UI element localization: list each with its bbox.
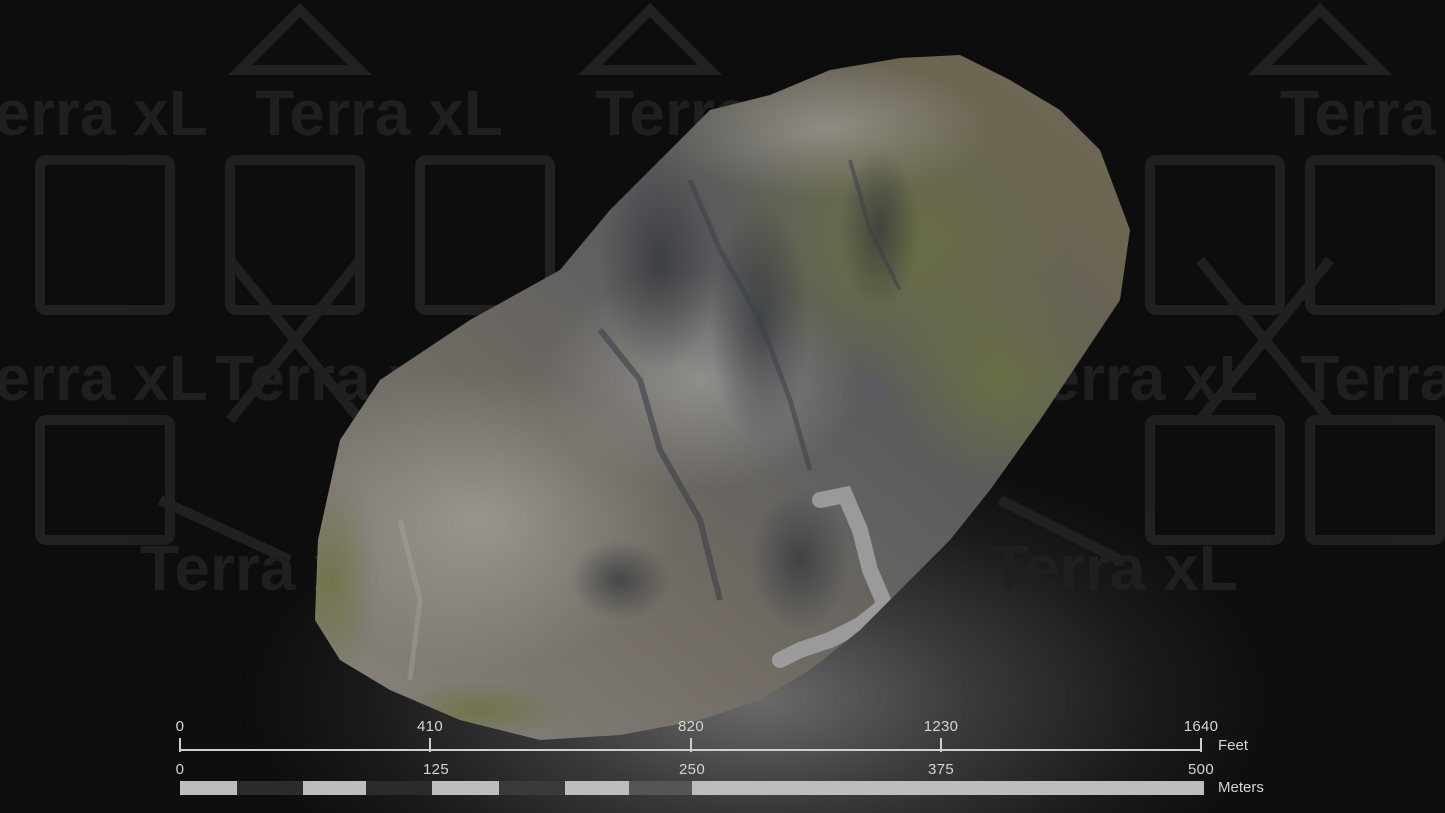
scale-tick (940, 738, 942, 752)
meters-tick-label: 250 (679, 761, 705, 778)
scale-segment (499, 781, 566, 795)
scale-segment (431, 781, 500, 795)
scale-tick (690, 738, 692, 752)
scale-tick (429, 738, 431, 752)
scale-segment (237, 781, 303, 795)
feet-tick-label: 410 (417, 718, 443, 735)
scale-segment (302, 781, 367, 795)
meters-tick-label: 125 (423, 761, 449, 778)
scale-segment (565, 781, 629, 795)
feet-tick-label: 820 (678, 718, 704, 735)
scale-tick (1200, 738, 1202, 752)
scale-segment (692, 781, 1204, 795)
feet-tick-label: 1640 (1183, 718, 1219, 735)
terrain-model (315, 55, 1130, 740)
meters-unit-label: Meters (1218, 779, 1264, 796)
scale-segment (366, 781, 432, 795)
feet-tick-label: 1230 (923, 718, 959, 735)
scale-bar-meters (180, 781, 1204, 795)
meters-tick-label: 375 (928, 761, 954, 778)
map-viewport: Terra xL Terra xL Terra xL Terra xL Terr… (0, 0, 1445, 813)
feet-tick-label: 0 (175, 718, 185, 735)
scale-segment (628, 781, 692, 795)
feet-unit-label: Feet (1218, 737, 1249, 754)
scale-tick (179, 738, 181, 752)
scale-segment (180, 781, 238, 795)
meters-tick-label: 0 (175, 761, 185, 778)
meters-tick-label: 500 (1188, 761, 1214, 778)
